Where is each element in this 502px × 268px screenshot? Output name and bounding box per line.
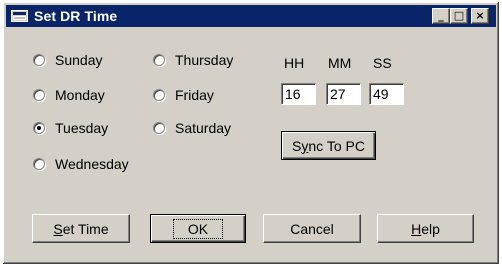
radio-button-icon[interactable]	[153, 54, 165, 66]
help-button[interactable]: Help	[377, 214, 474, 243]
close-icon: ×	[475, 9, 485, 22]
minimize-icon: _	[438, 9, 444, 22]
close-button[interactable]: ×	[471, 8, 489, 24]
ok-label: OK	[172, 218, 224, 239]
radio-friday[interactable]: Friday	[153, 86, 214, 104]
hours-label: HH	[284, 55, 305, 71]
radio-label: Thursday	[175, 52, 234, 68]
ok-button[interactable]: OK	[150, 214, 246, 243]
set-time-label: Set Time	[53, 220, 109, 237]
cancel-label: Cancel	[290, 220, 334, 237]
radio-sunday[interactable]: Sunday	[33, 51, 102, 69]
radio-button-icon[interactable]	[33, 54, 45, 66]
help-label: Help	[411, 220, 440, 237]
seconds-label: SS	[373, 55, 392, 71]
set-time-button[interactable]: Set Time	[32, 214, 130, 243]
sync-to-pc-button[interactable]: Sync To PC	[281, 131, 376, 160]
radio-saturday[interactable]: Saturday	[153, 119, 231, 137]
cancel-button[interactable]: Cancel	[263, 214, 361, 243]
radio-label: Friday	[175, 87, 214, 103]
maximize-button[interactable]: □	[450, 8, 468, 24]
radio-monday[interactable]: Monday	[33, 86, 105, 104]
radio-button-icon[interactable]	[153, 122, 165, 134]
radio-button-icon[interactable]	[33, 158, 45, 170]
radio-label: Saturday	[175, 120, 232, 136]
radio-button-icon[interactable]	[33, 122, 45, 134]
title-bar[interactable]: Set DR Time _ □ ×	[6, 5, 496, 27]
minutes-label: MM	[328, 55, 352, 71]
radio-tuesday[interactable]: Tuesday	[33, 119, 108, 137]
radio-label: Tuesday	[55, 120, 109, 136]
radio-wednesday[interactable]: Wednesday	[33, 155, 129, 173]
radio-button-icon[interactable]	[153, 89, 165, 101]
radio-button-icon[interactable]	[33, 89, 45, 101]
radio-label: Sunday	[55, 52, 103, 68]
window-app-icon	[11, 10, 28, 22]
seconds-field[interactable]: 49	[369, 83, 404, 105]
radio-thursday[interactable]: Thursday	[153, 51, 233, 69]
set-dr-time-dialog: Set DR Time _ □ × Sunday Monday Tuesday …	[2, 1, 500, 265]
hours-field[interactable]: 16	[281, 83, 316, 105]
window-title: Set DR Time	[34, 8, 118, 24]
minutes-field[interactable]: 27	[326, 83, 361, 105]
minimize-button[interactable]: _	[432, 8, 450, 24]
sync-to-pc-label: Sync To PC	[292, 137, 365, 154]
radio-label: Wednesday	[55, 156, 129, 172]
radio-label: Monday	[55, 87, 105, 103]
maximize-icon: □	[453, 9, 465, 22]
